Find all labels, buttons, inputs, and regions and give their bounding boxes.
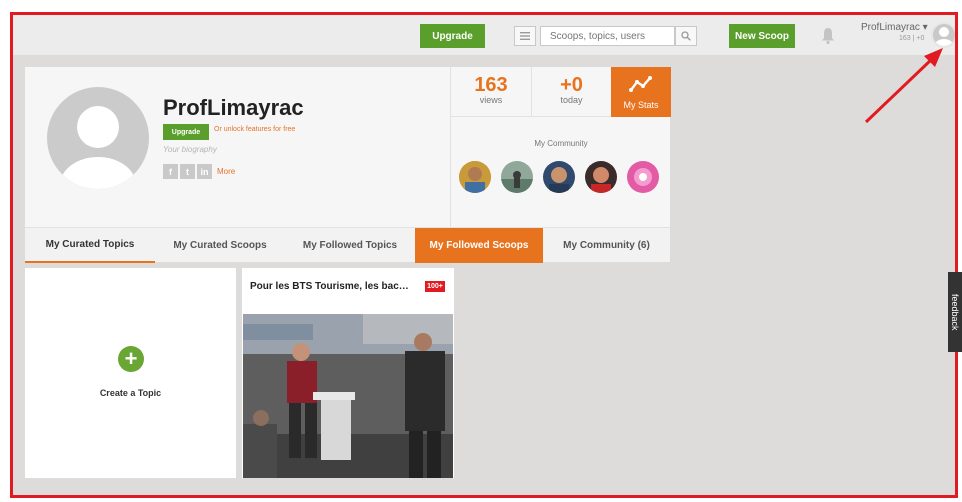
default-avatar-icon bbox=[935, 27, 953, 46]
plus-icon: + bbox=[118, 346, 144, 372]
menu-button[interactable] bbox=[514, 26, 536, 46]
tab-my-followed-topics[interactable]: My Followed Topics bbox=[285, 228, 415, 263]
views-label: views bbox=[479, 95, 503, 105]
top-navigation-bar: Upgrade New Scoop ProfLimayrac ▾ 163 | +… bbox=[13, 15, 955, 55]
member-photo-icon bbox=[501, 161, 533, 193]
twitter-icon[interactable]: t bbox=[180, 164, 195, 179]
biography-field[interactable]: Your biography bbox=[163, 145, 217, 154]
profile-card: ProfLimayrac Upgrade Or unlock features … bbox=[25, 67, 671, 263]
scoop-image[interactable] bbox=[243, 314, 453, 478]
highlight-frame: Upgrade New Scoop ProfLimayrac ▾ 163 | +… bbox=[10, 12, 958, 498]
scoop-title[interactable]: Pour les BTS Tourisme, les bac… bbox=[250, 281, 409, 292]
member-photo-icon bbox=[585, 161, 617, 193]
more-link[interactable]: More bbox=[217, 167, 235, 176]
facebook-icon[interactable]: f bbox=[163, 164, 178, 179]
search-button[interactable] bbox=[675, 26, 697, 46]
member-photo-icon bbox=[459, 161, 491, 193]
profile-upgrade-button[interactable]: Upgrade bbox=[163, 124, 209, 140]
tab-my-curated-topics[interactable]: My Curated Topics bbox=[25, 228, 155, 263]
my-stats-label: My Stats bbox=[623, 100, 659, 110]
profile-tabs: My Curated Topics My Curated Scoops My F… bbox=[25, 227, 670, 263]
create-topic-card[interactable]: + Create a Topic bbox=[25, 268, 236, 478]
new-scoop-button[interactable]: New Scoop bbox=[729, 24, 795, 48]
scoop-card[interactable]: Pour les BTS Tourisme, les bac… 100+ bbox=[242, 268, 454, 478]
community-member-avatar[interactable] bbox=[627, 161, 659, 193]
community-member-avatar[interactable] bbox=[459, 161, 491, 193]
community-member-avatar[interactable] bbox=[543, 161, 575, 193]
today-label: today bbox=[560, 95, 583, 105]
upgrade-button[interactable]: Upgrade bbox=[420, 24, 485, 48]
search-icon bbox=[681, 31, 691, 41]
unlock-features-link[interactable]: Or unlock features for free bbox=[214, 126, 295, 133]
profile-name: ProfLimayrac bbox=[163, 95, 304, 120]
search-input[interactable] bbox=[540, 26, 675, 46]
tab-my-community[interactable]: My Community (6) bbox=[543, 228, 670, 263]
hamburger-icon bbox=[520, 32, 530, 40]
tab-my-curated-scoops[interactable]: My Curated Scoops bbox=[155, 228, 285, 263]
browser-top-strip bbox=[0, 0, 962, 12]
bell-icon[interactable] bbox=[820, 27, 836, 45]
views-value: 163 bbox=[474, 74, 508, 96]
views-stat[interactable]: 163 views bbox=[451, 67, 531, 117]
scoop-photo bbox=[243, 314, 453, 478]
stats-panel: 163 views +0 today My Stats My Community bbox=[450, 67, 671, 227]
community-member-avatar[interactable] bbox=[501, 161, 533, 193]
community-member-avatar[interactable] bbox=[585, 161, 617, 193]
today-value: +0 bbox=[560, 74, 583, 96]
member-photo-icon bbox=[543, 161, 575, 193]
today-stat[interactable]: +0 today bbox=[531, 67, 611, 117]
linkedin-icon[interactable]: in bbox=[197, 164, 212, 179]
tab-my-followed-scoops[interactable]: My Followed Scoops bbox=[415, 228, 543, 263]
trend-line-icon bbox=[629, 76, 652, 92]
community-title: My Community bbox=[534, 139, 588, 148]
feedback-tab[interactable]: feedback bbox=[948, 272, 962, 352]
scoop-count-badge: 100+ bbox=[425, 281, 445, 292]
profile-avatar[interactable] bbox=[47, 87, 149, 189]
user-menu[interactable]: ProfLimayrac ▾ bbox=[861, 22, 928, 33]
member-photo-icon bbox=[627, 161, 659, 193]
default-avatar-icon bbox=[60, 106, 136, 189]
user-avatar[interactable] bbox=[931, 22, 955, 48]
my-stats-button[interactable]: My Stats bbox=[611, 67, 671, 117]
user-stats-text: 163 | +0 bbox=[899, 35, 925, 42]
profile-info: ProfLimayrac Upgrade Or unlock features … bbox=[25, 67, 450, 227]
create-topic-label: Create a Topic bbox=[99, 388, 162, 398]
